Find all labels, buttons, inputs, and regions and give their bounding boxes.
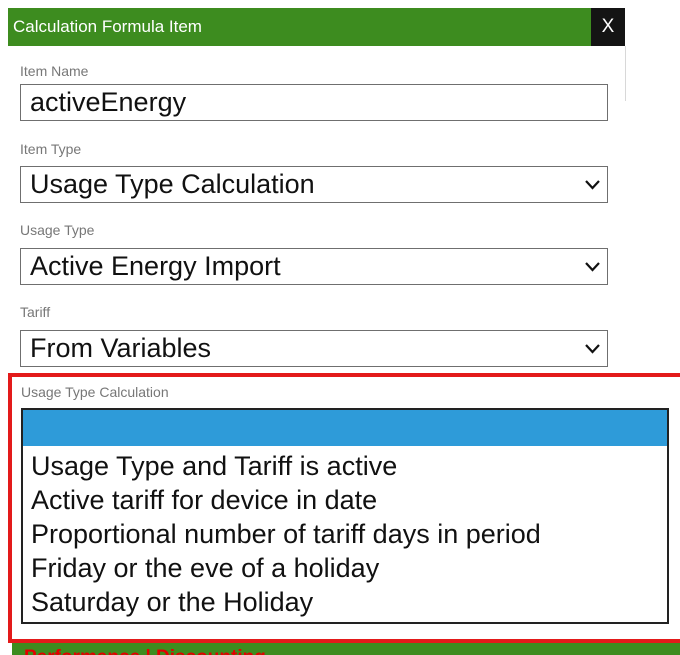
close-icon: X [601,16,615,37]
bottom-tab-bar: Performance | Discounting [12,643,680,655]
item-name-input[interactable]: activeEnergy [20,84,608,121]
option-friday-or-eve-of-holiday[interactable]: Friday or the eve of a holiday [23,550,667,586]
chevron-down-icon [585,344,600,354]
option-proportional-tariff-days[interactable]: Proportional number of tariff days in pe… [23,516,667,552]
tariff-label: Tariff [20,304,51,320]
usage-type-calculation-label: Usage Type Calculation [21,384,169,400]
item-type-label: Item Type [20,141,82,157]
close-button[interactable]: X [591,8,625,46]
item-type-value: Usage Type Calculation [30,169,315,199]
chevron-down-icon [585,262,600,272]
item-type-select[interactable]: Usage Type Calculation [20,166,608,203]
usage-type-label: Usage Type [20,222,95,238]
option-usage-type-and-tariff-active[interactable]: Usage Type and Tariff is active [23,448,667,484]
bottom-tabs-text[interactable]: Performance | Discounting [24,647,266,655]
item-name-value: activeEnergy [30,87,187,117]
item-name-label: Item Name [20,63,89,79]
dialog-title: Calculation Formula Item [13,17,202,36]
panel-divider [625,46,626,101]
option-empty[interactable] [23,410,667,446]
tariff-value: From Variables [30,333,212,363]
usage-type-value: Active Energy Import [30,251,281,281]
dialog-titlebar: Calculation Formula Item X [8,8,625,46]
chevron-down-icon [585,180,600,190]
tariff-select[interactable]: From Variables [20,330,608,367]
option-saturday-or-holiday[interactable]: Saturday or the Holiday [23,584,667,620]
usage-type-calculation-listbox[interactable]: Usage Type and Tariff is active Active t… [21,408,669,624]
option-active-tariff-for-device[interactable]: Active tariff for device in date [23,482,667,518]
usage-type-select[interactable]: Active Energy Import [20,248,608,285]
